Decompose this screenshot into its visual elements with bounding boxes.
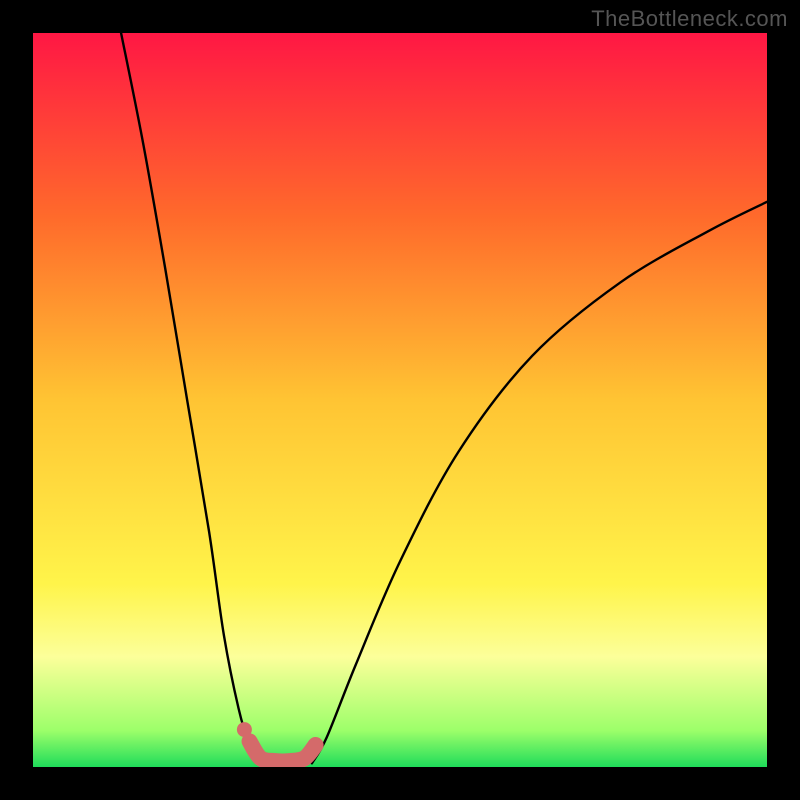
watermark-text: TheBottleneck.com <box>591 6 788 32</box>
curve-right-branch <box>312 202 767 764</box>
plot-area <box>33 33 767 767</box>
trough-dots <box>237 722 316 761</box>
chart-frame: TheBottleneck.com <box>0 0 800 800</box>
bottleneck-curve <box>33 33 767 767</box>
curve-left-branch <box>121 33 260 763</box>
